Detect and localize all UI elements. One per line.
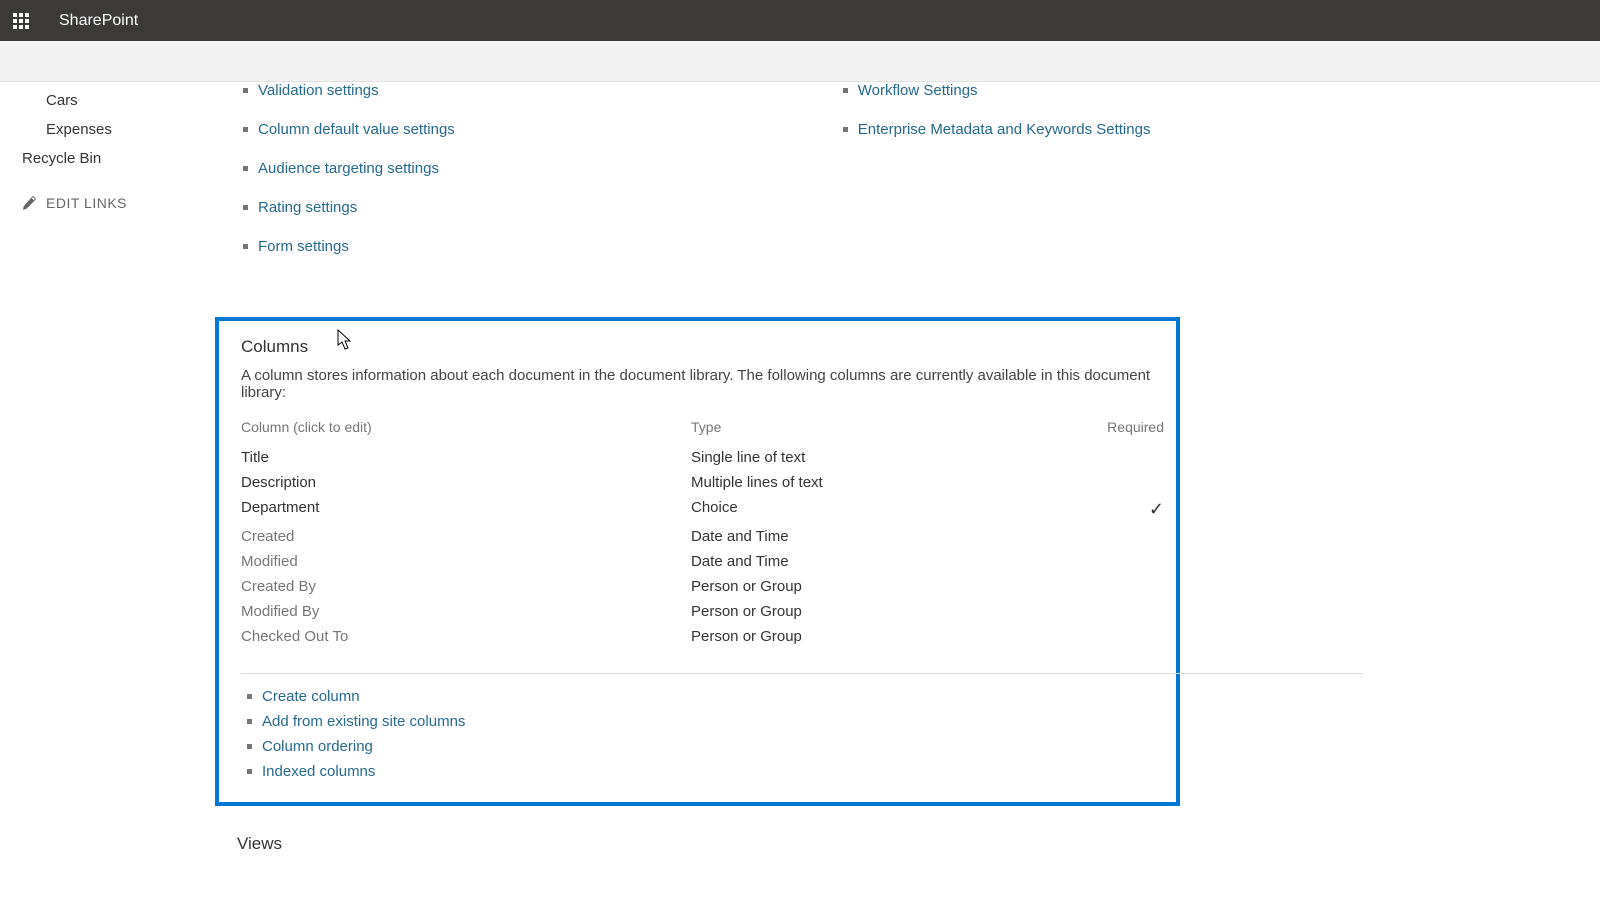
column-type: Date and Time [691, 528, 1084, 545]
column-row: ModifiedDate and Time [241, 549, 1176, 574]
link-form-settings[interactable]: Form settings [258, 238, 349, 255]
bullet-icon [247, 769, 252, 774]
bullet-icon [843, 127, 848, 132]
column-type: Multiple lines of text [691, 474, 1084, 491]
column-required [1084, 628, 1164, 645]
link-column-ordering[interactable]: Column ordering [262, 738, 373, 755]
column-name-link: Checked Out To [241, 628, 691, 645]
bullet-icon [247, 719, 252, 724]
column-row: Modified ByPerson or Group [241, 599, 1176, 624]
column-required [1084, 603, 1164, 620]
column-type: Person or Group [691, 603, 1084, 620]
pencil-icon [22, 196, 36, 210]
columns-section: Columns A column stores information abou… [215, 317, 1180, 806]
bullet-icon [243, 127, 248, 132]
column-required [1084, 449, 1164, 466]
bullet-icon [243, 166, 248, 171]
column-required [1084, 553, 1164, 570]
column-required: ✓ [1084, 499, 1164, 520]
column-name-link[interactable]: Description [241, 474, 691, 491]
column-name-link: Modified By [241, 603, 691, 620]
app-launcher-icon[interactable] [0, 0, 41, 41]
column-type: Person or Group [691, 628, 1084, 645]
column-actions: Create column Add from existing site col… [241, 688, 1176, 780]
link-validation-settings[interactable]: Validation settings [258, 82, 379, 99]
column-row: TitleSingle line of text [241, 445, 1176, 470]
column-required [1084, 528, 1164, 545]
bullet-icon [243, 244, 248, 249]
column-type: Date and Time [691, 553, 1084, 570]
link-add-existing-columns[interactable]: Add from existing site columns [262, 713, 465, 730]
columns-table: Column (click to edit) Type Required Tit… [241, 419, 1176, 649]
col-header-name: Column (click to edit) [241, 419, 691, 435]
column-row: Created ByPerson or Group [241, 574, 1176, 599]
communications-list: Workflow Settings Enterprise Metadata an… [815, 82, 1151, 277]
link-column-default-value-settings[interactable]: Column default value settings [258, 121, 455, 138]
column-name-link[interactable]: Title [241, 449, 691, 466]
column-name-link[interactable]: Department [241, 499, 691, 520]
column-row: DepartmentChoice ✓ [241, 495, 1176, 524]
nav-item-expenses[interactable]: Expenses [0, 115, 215, 144]
column-required [1084, 474, 1164, 491]
main-content: Validation settings Column default value… [215, 82, 1600, 894]
bullet-icon [247, 694, 252, 699]
left-nav: Cars Expenses Recycle Bin EDIT LINKS [0, 82, 215, 894]
link-create-column[interactable]: Create column [262, 688, 360, 705]
bullet-icon [243, 205, 248, 210]
divider [241, 673, 1363, 674]
column-name-link: Created [241, 528, 691, 545]
link-indexed-columns[interactable]: Indexed columns [262, 763, 375, 780]
brand-title[interactable]: SharePoint [59, 12, 138, 30]
link-workflow-settings[interactable]: Workflow Settings [858, 82, 978, 99]
general-settings-list: Validation settings Column default value… [215, 82, 455, 277]
suite-bar: SharePoint [0, 0, 1600, 41]
column-row: DescriptionMultiple lines of text [241, 470, 1176, 495]
ribbon-bar [0, 41, 1600, 82]
bullet-icon [243, 88, 248, 93]
column-type: Person or Group [691, 578, 1084, 595]
column-row: CreatedDate and Time [241, 524, 1176, 549]
bullet-icon [247, 744, 252, 749]
edit-links-button[interactable]: EDIT LINKS [0, 195, 215, 211]
check-icon: ✓ [1149, 499, 1164, 519]
nav-item-cars[interactable]: Cars [0, 86, 215, 115]
column-row: Checked Out ToPerson or Group [241, 624, 1176, 649]
column-name-link: Modified [241, 553, 691, 570]
column-type: Single line of text [691, 449, 1084, 466]
link-rating-settings[interactable]: Rating settings [258, 199, 357, 216]
columns-heading: Columns [241, 337, 1176, 357]
columns-description: A column stores information about each d… [241, 367, 1176, 401]
bullet-icon [843, 88, 848, 93]
column-required [1084, 578, 1164, 595]
col-header-required: Required [1084, 419, 1164, 435]
link-enterprise-metadata-settings[interactable]: Enterprise Metadata and Keywords Setting… [858, 121, 1151, 138]
views-heading: Views [237, 834, 1580, 854]
col-header-type: Type [691, 419, 1084, 435]
edit-links-label: EDIT LINKS [46, 195, 127, 211]
link-audience-targeting-settings[interactable]: Audience targeting settings [258, 160, 439, 177]
nav-item-recycle-bin[interactable]: Recycle Bin [0, 144, 215, 173]
column-name-link: Created By [241, 578, 691, 595]
column-type: Choice [691, 499, 1084, 520]
